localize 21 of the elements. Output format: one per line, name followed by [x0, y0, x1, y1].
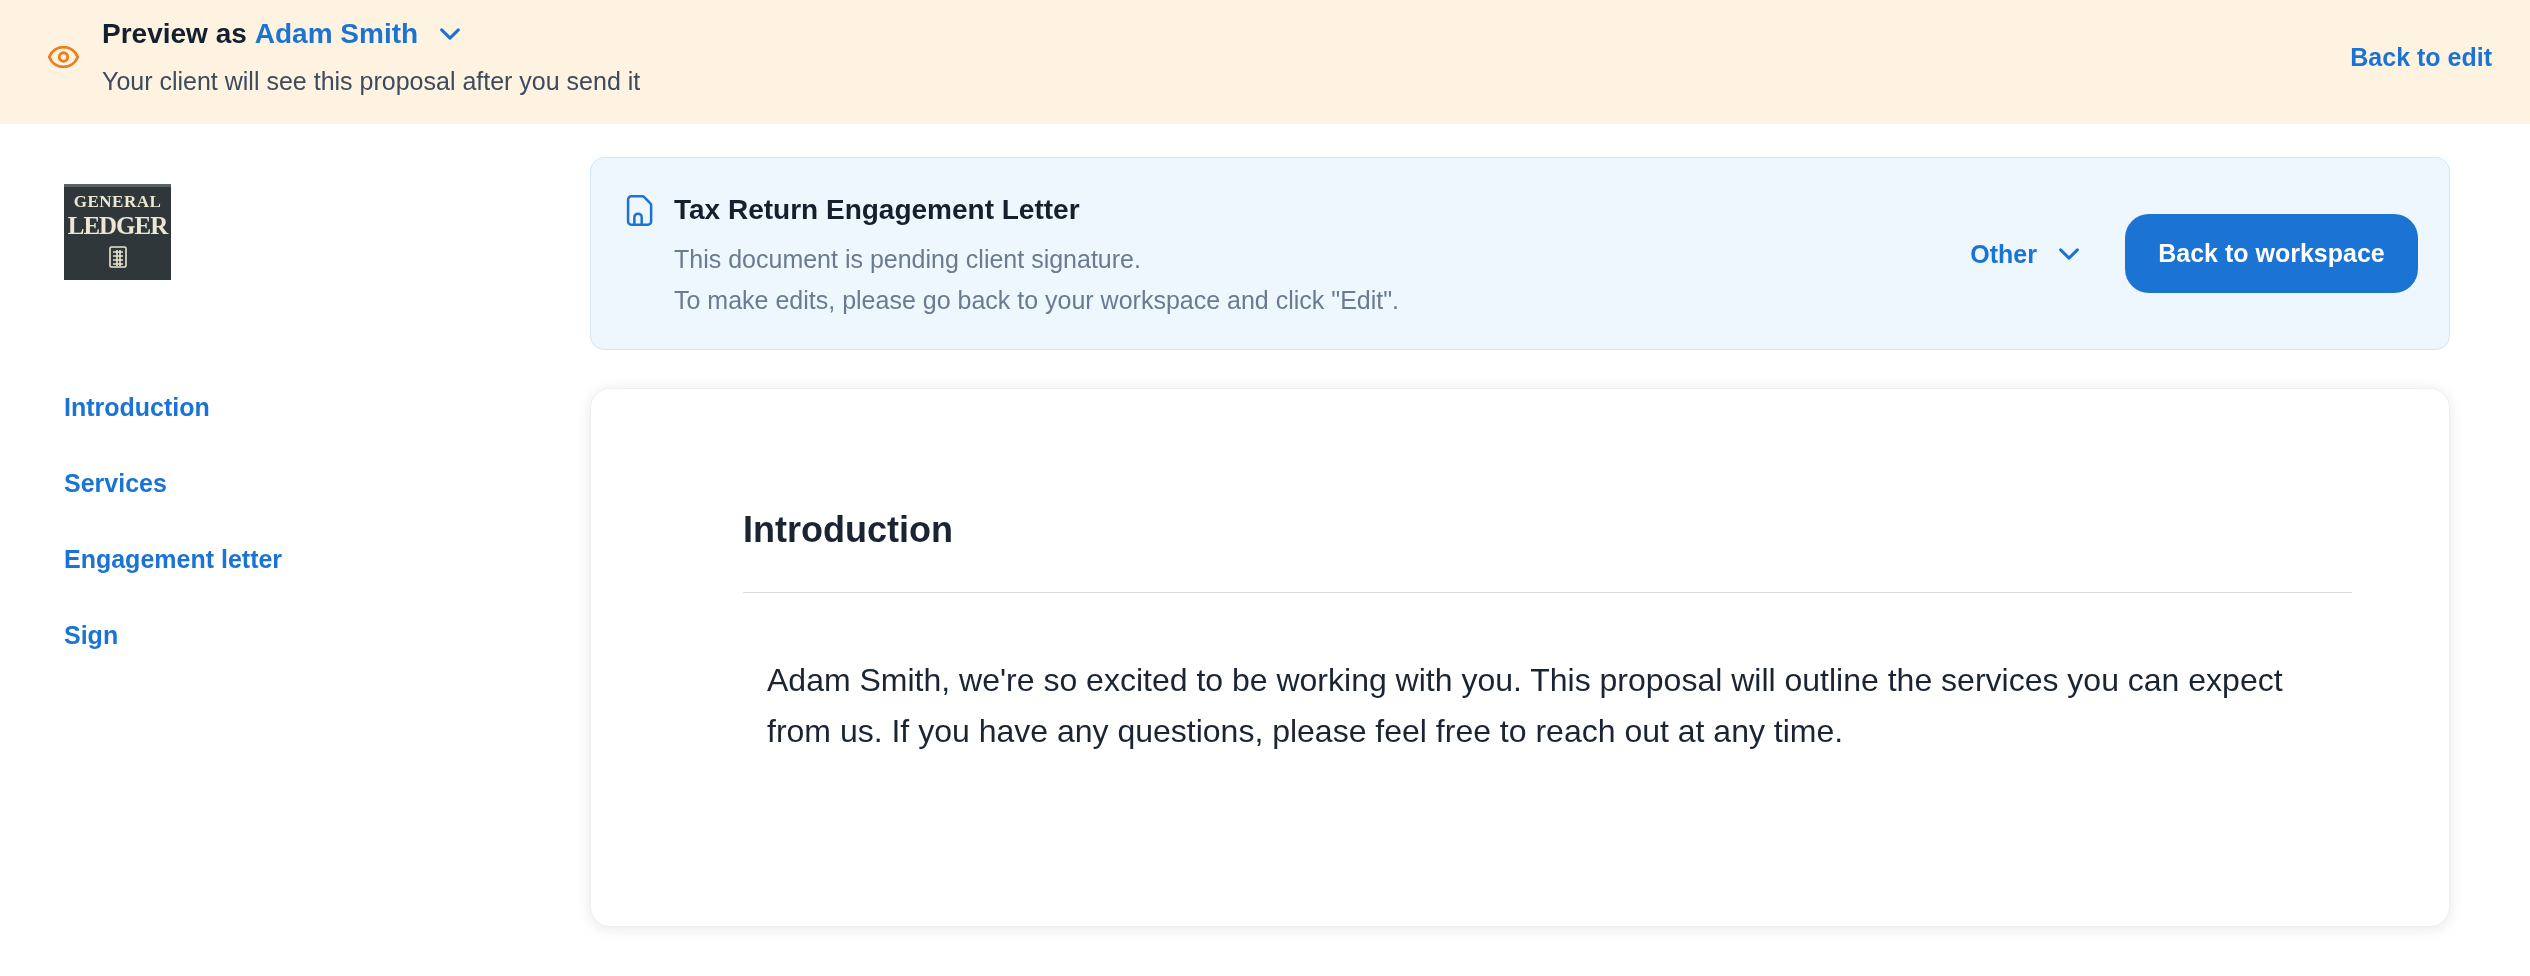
- nav-link[interactable]: Sign: [64, 617, 119, 653]
- section-body: Adam Smith, we're so excited to be working with you. This proposal will outline the services you can expect from us. If you have any questions, please feel free to reach out at any time.: [767, 661, 2284, 751]
- chevron-down-icon: [2059, 247, 2079, 260]
- section-heading: Introduction: [743, 510, 954, 550]
- logo-wordmark: GENERAL LEDGER: [67, 192, 168, 240]
- document-title: Tax Return Engagement Letter: [674, 195, 1081, 225]
- eye-icon: [48, 46, 79, 68]
- ledger-icon: [106, 246, 129, 268]
- nav-link[interactable]: Introduction: [64, 389, 210, 425]
- nav-link[interactable]: Engagement letter: [64, 541, 283, 577]
- preview-label: Preview as: [102, 17, 247, 51]
- status-dropdown[interactable]: Other: [1970, 237, 2079, 270]
- document-icon: [626, 195, 653, 226]
- client-select[interactable]: Adam Smith: [254, 16, 461, 52]
- back-to-workspace-button[interactable]: Back to workspace: [2125, 214, 2418, 293]
- nav-link[interactable]: Services: [64, 465, 167, 501]
- back-to-edit-link[interactable]: Back to edit: [2350, 41, 2492, 73]
- status-note: To make edits, please go back to your workspace and click "Edit".: [674, 285, 1400, 316]
- preview-note: Your client will see this proposal after you send it: [102, 66, 642, 97]
- status-note: This document is pending client signature.: [674, 244, 1142, 275]
- chevron-down-icon: [440, 28, 461, 40]
